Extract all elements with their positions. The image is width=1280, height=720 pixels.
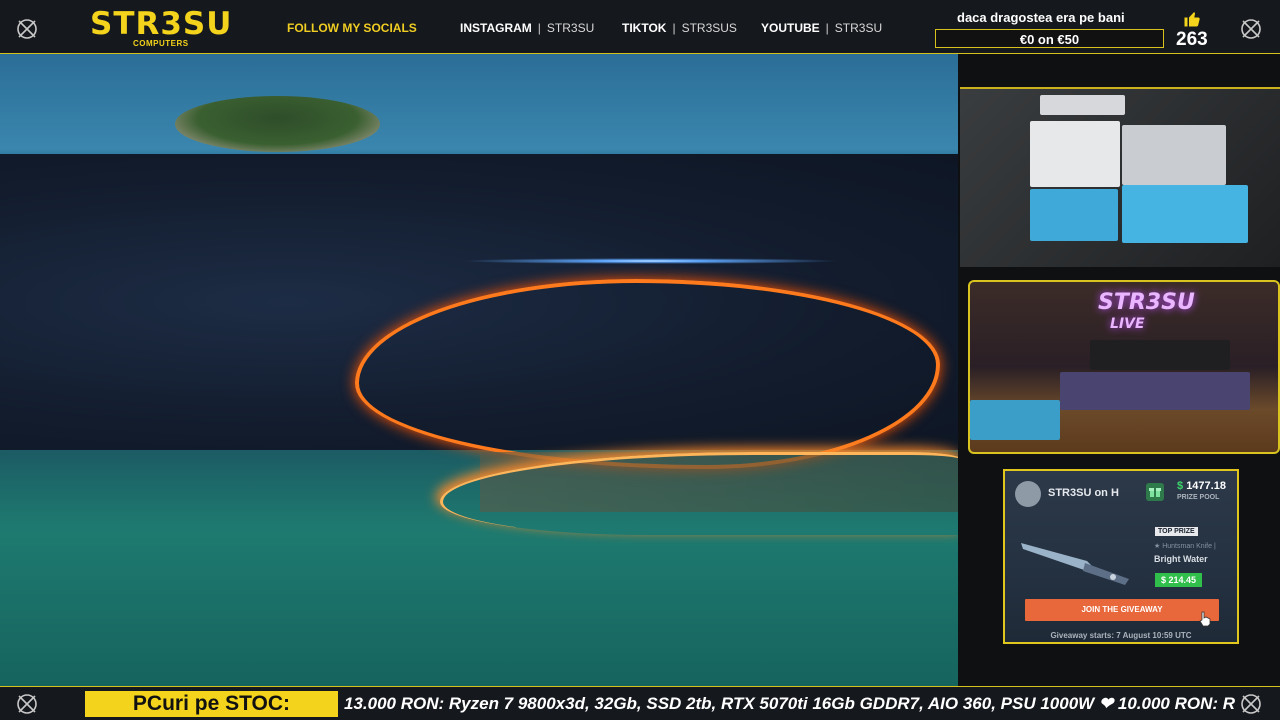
giveaway-card: STR3SU on H $ 1477.18 PRIZE POOL TOP PRI… <box>1003 469 1239 644</box>
logo-text: STR3SU <box>90 6 233 42</box>
social-instagram[interactable]: INSTAGRAM | STR3SU <box>460 21 594 35</box>
like-count: 263 <box>1176 29 1208 50</box>
join-giveaway-button[interactable]: JOIN THE GIVEAWAY <box>1025 599 1219 621</box>
prize-pool-amount: 1477.18 <box>1186 480 1226 492</box>
gift-icon <box>1146 483 1164 501</box>
social-handle: STR3SUS <box>681 21 737 35</box>
prize-pool-value: $ 1477.18 <box>1177 480 1226 492</box>
social-separator: | <box>825 21 829 35</box>
social-youtube[interactable]: YOUTUBE | STR3SU <box>761 21 882 35</box>
hand-cursor-icon <box>1199 611 1211 627</box>
social-handle: STR3SU <box>546 21 595 35</box>
donation-goal-progress: €0 on €50 <box>1019 32 1080 47</box>
desk-camera-feed <box>960 87 1280 267</box>
top-bar: STR3SU COMPUTERS FOLLOW MY SOCIALS INSTA… <box>0 0 1280 54</box>
streamer-camera-feed: STR3SU LIVE <box>968 280 1280 454</box>
gpu-box-image <box>1122 125 1226 185</box>
ticker-text: 13.000 RON: Ryzen 7 9800x3d, 32Gb, SSD 2… <box>344 694 1236 713</box>
social-tiktok[interactable]: TIKTOK | STR3SUS <box>622 21 737 35</box>
brand-logo: STR3SU COMPUTERS <box>90 8 240 48</box>
psu-box-image <box>1030 189 1118 241</box>
crosshair-icon <box>17 19 37 39</box>
social-name: TIKTOK <box>622 21 667 35</box>
social-name: INSTAGRAM <box>460 21 532 35</box>
donation-goal-bar: €0 on €50 <box>935 29 1164 48</box>
product-box-image <box>970 400 1060 440</box>
follow-label: FOLLOW MY SOCIALS <box>287 21 417 35</box>
crosshair-icon <box>1241 19 1261 39</box>
top-prize-badge: TOP PRIZE <box>1155 527 1198 536</box>
social-handle: STR3SU <box>834 21 883 35</box>
island-image <box>175 96 380 152</box>
giveaway-title: STR3SU on H <box>1048 487 1119 499</box>
thumbs-up-icon <box>1184 12 1200 27</box>
giveaway-avatar <box>1015 481 1041 507</box>
prize-name: Bright Water <box>1154 554 1208 564</box>
shelf-image <box>1090 340 1230 370</box>
ticker-label: PCuri pe STOC: <box>85 691 338 717</box>
logo-subtext: COMPUTERS <box>133 39 189 48</box>
prize-subtitle: ★ Huntsman Knife | <box>1154 543 1216 550</box>
main-stream-video <box>0 54 958 686</box>
knife-image <box>1021 543 1129 585</box>
crosshair-icon <box>17 694 37 714</box>
donation-goal-title: daca dragostea era pe bani <box>957 10 1125 25</box>
bottom-ticker: PCuri pe STOC: 13.000 RON: Ryzen 7 9800x… <box>0 686 1280 720</box>
neon-sign: STR3SU <box>1098 290 1195 315</box>
social-separator: | <box>672 21 676 35</box>
social-separator: | <box>537 21 541 35</box>
prize-pool-label: PRIZE POOL <box>1177 494 1220 501</box>
neon-sign-live: LIVE <box>1110 316 1145 332</box>
social-name: YOUTUBE <box>761 21 820 35</box>
couch-image <box>1060 372 1250 410</box>
prize-price-badge: $ 214.45 <box>1155 573 1203 587</box>
keyboard-image <box>1040 95 1125 115</box>
giveaway-start-time: Giveaway starts: 7 August 10:59 UTC <box>1050 631 1192 640</box>
cooler-box-image <box>1122 185 1248 243</box>
crosshair-icon <box>1241 694 1261 714</box>
lens-flare <box>460 258 840 264</box>
motherboard-box-image <box>1030 121 1120 187</box>
